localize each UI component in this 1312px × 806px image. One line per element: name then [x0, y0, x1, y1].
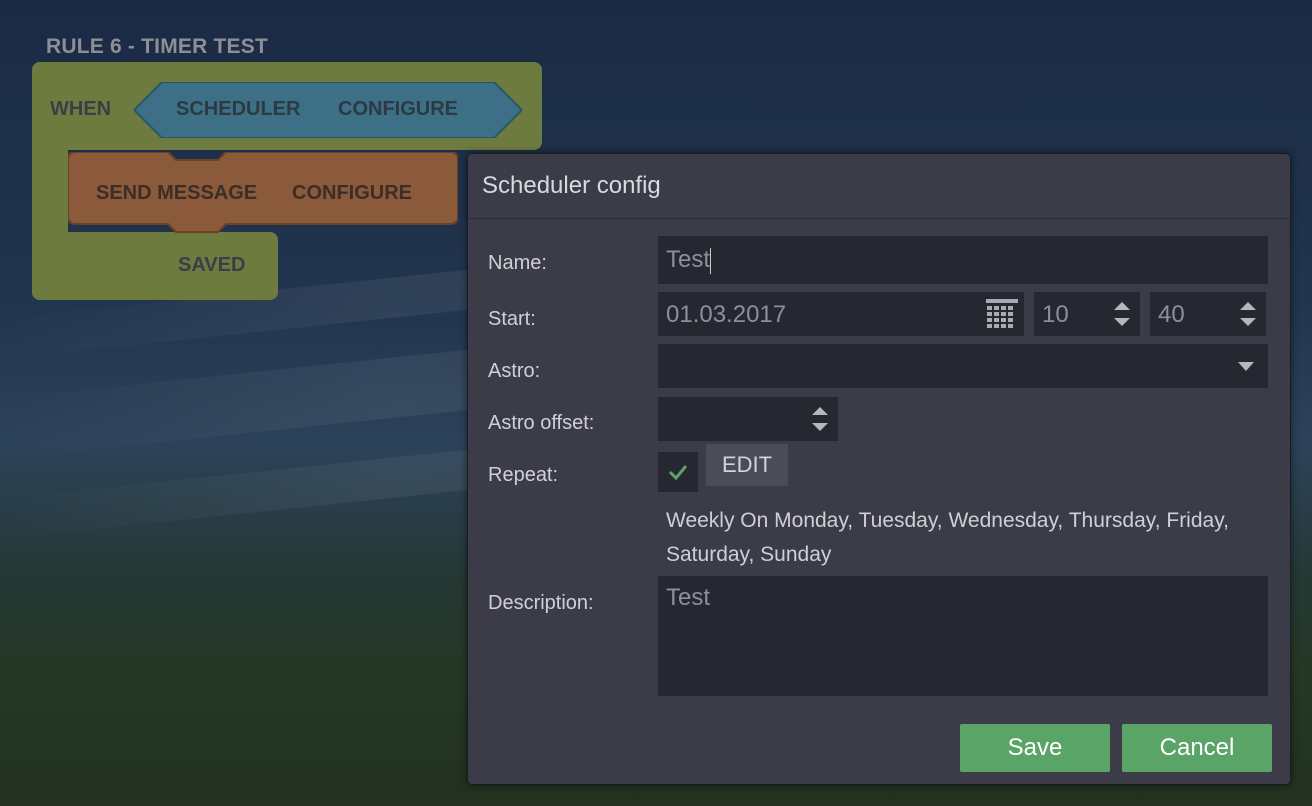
description-value: Test [666, 584, 711, 611]
start-date-input[interactable]: 01.03.2017 [658, 292, 1024, 336]
rule-title: RULE 6 - TIMER TEST [46, 35, 268, 58]
send-message-label: SEND MESSAGE [96, 182, 258, 204]
start-hour-input[interactable]: 10 [1034, 292, 1140, 336]
astro-offset-label: Astro offset: [488, 412, 595, 434]
rule-when-block[interactable]: WHEN SCHEDULER CONFIGURE SEND MESSAGE CO… [32, 62, 542, 300]
astro-select[interactable] [658, 344, 1268, 388]
start-minute-input[interactable]: 40 [1150, 292, 1266, 336]
repeat-checkbox[interactable] [658, 452, 698, 492]
repeat-label: Repeat: [488, 464, 559, 486]
start-minute-value: 40 [1158, 301, 1185, 328]
start-label: Start: [488, 308, 536, 330]
name-input[interactable]: Test [658, 236, 1268, 284]
scheduler-label: SCHEDULER [176, 98, 301, 120]
text-cursor [710, 248, 711, 274]
send-message-configure-link[interactable]: CONFIGURE [292, 182, 412, 205]
save-button[interactable]: Save [960, 724, 1110, 772]
minute-spinner-icon[interactable] [1240, 300, 1256, 328]
hour-spinner-icon[interactable] [1114, 300, 1130, 328]
dialog-header: Scheduler config [468, 154, 1290, 219]
scheduler-config-dialog: Scheduler config Name: Test Start: 01.03… [467, 153, 1291, 785]
astro-label: Astro: [488, 360, 541, 382]
dialog-title: Scheduler config [482, 172, 661, 199]
calendar-icon[interactable] [986, 299, 1018, 329]
chevron-down-icon[interactable] [1238, 362, 1254, 371]
description-textarea[interactable]: Test [658, 576, 1268, 696]
checkmark-icon [668, 465, 688, 481]
description-label: Description: [488, 592, 594, 614]
repeat-summary: Weekly On Monday, Tuesday, Wednesday, Th… [666, 509, 1229, 566]
start-date-value: 01.03.2017 [666, 301, 787, 328]
name-input-value: Test [666, 246, 711, 273]
astro-offset-input[interactable] [658, 397, 838, 441]
cancel-button[interactable]: Cancel [1122, 724, 1272, 772]
when-label: WHEN [50, 98, 112, 120]
astro-offset-spinner-icon[interactable] [812, 405, 828, 433]
name-label: Name: [488, 252, 547, 274]
scheduler-configure-link[interactable]: CONFIGURE [338, 98, 458, 121]
repeat-edit-button[interactable]: EDIT [706, 444, 788, 486]
start-hour-value: 10 [1042, 301, 1069, 328]
rule-status-saved: SAVED [178, 254, 246, 276]
